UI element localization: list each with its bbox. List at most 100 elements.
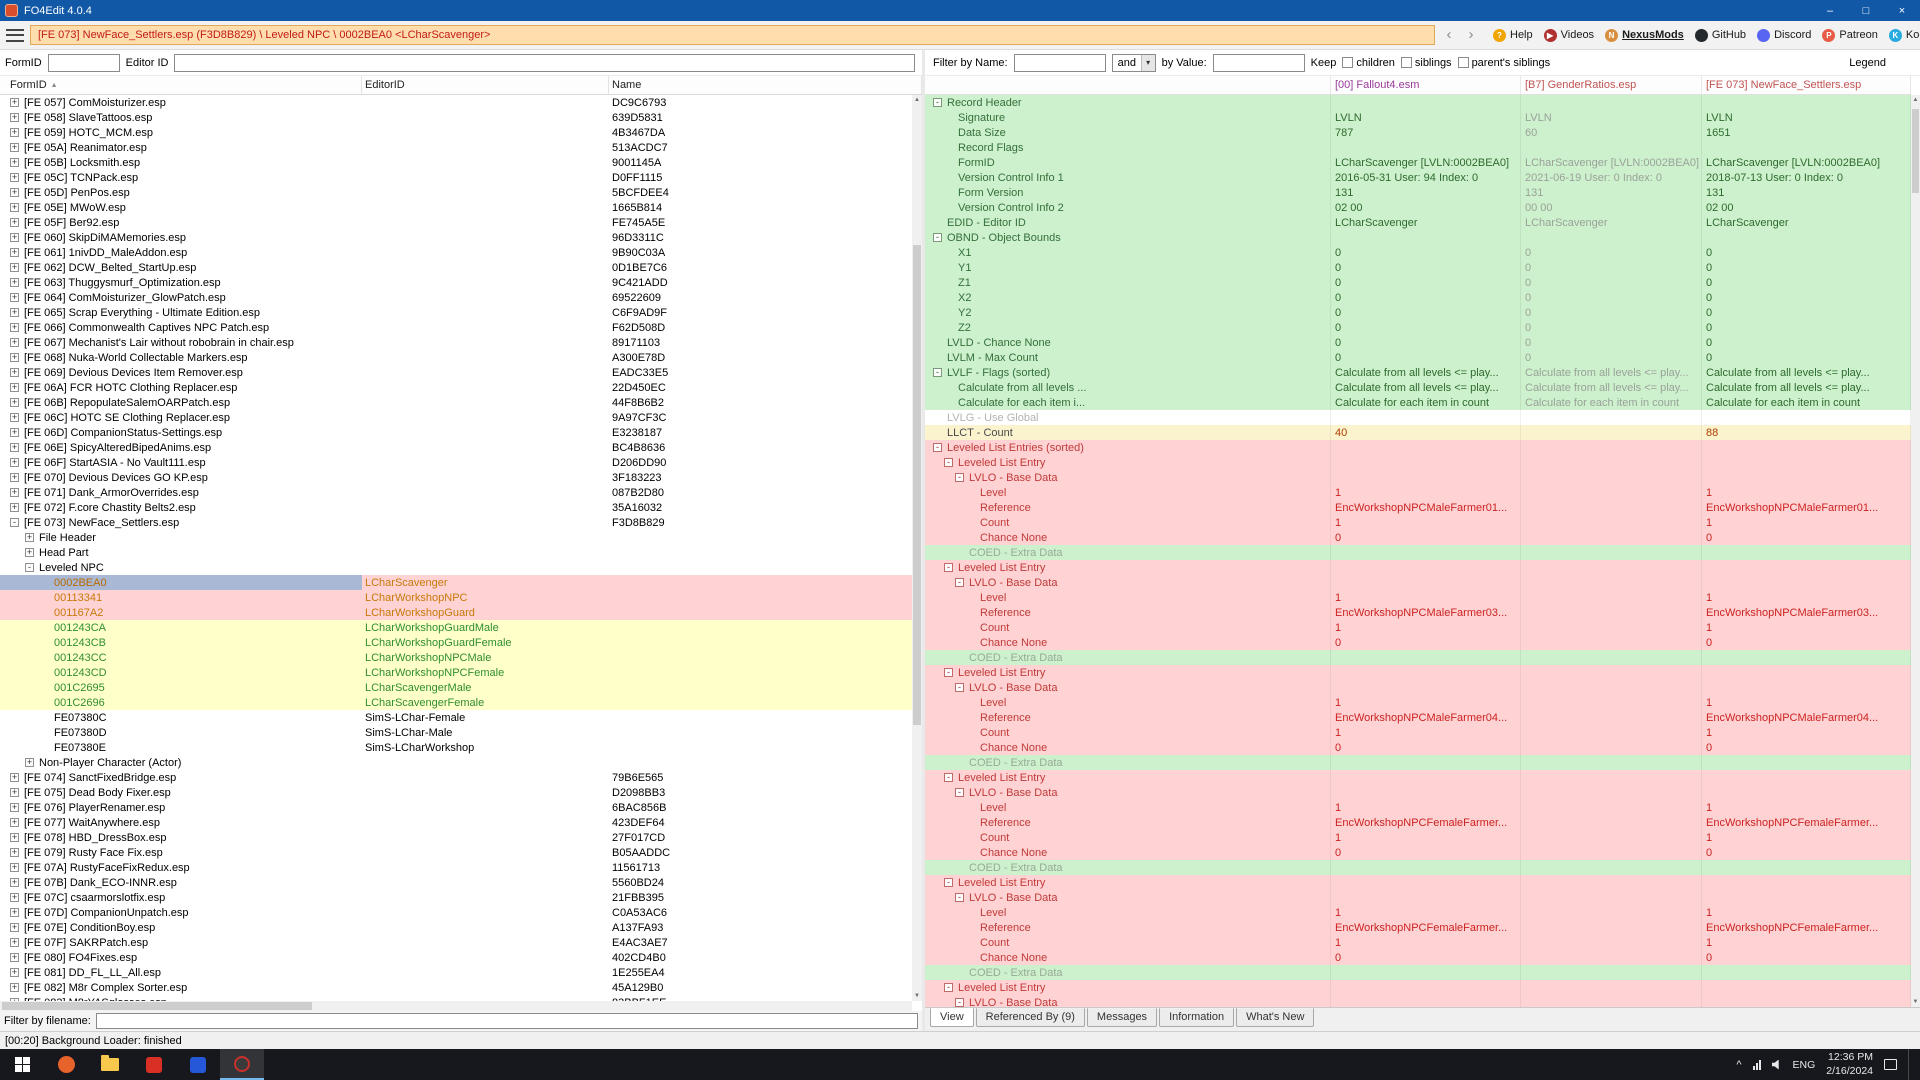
tab-view[interactable]: View bbox=[930, 1008, 974, 1027]
grid-row[interactable]: Level11 bbox=[925, 800, 1911, 815]
tree-row[interactable]: FE07380CSimS-LChar-Female bbox=[0, 710, 912, 725]
expand-toggle-icon[interactable]: - bbox=[25, 563, 34, 572]
expand-toggle-icon[interactable]: + bbox=[10, 488, 19, 497]
action-center-icon[interactable] bbox=[1884, 1059, 1897, 1070]
menu-icon[interactable] bbox=[6, 29, 24, 42]
tree-row[interactable]: +Non-Player Character (Actor) bbox=[0, 755, 912, 770]
tree-row[interactable]: 001243CDLCharWorkshopNPCFemale bbox=[0, 665, 912, 680]
expand-toggle-icon[interactable]: - bbox=[10, 518, 19, 527]
tree-row[interactable]: +[FE 05B] Locksmith.esp9001145A bbox=[0, 155, 912, 170]
grid-row[interactable]: COED - Extra Data bbox=[925, 545, 1911, 560]
expand-toggle-icon[interactable]: + bbox=[10, 773, 19, 782]
tree-row[interactable]: +[FE 07B] Dank_ECO-INNR.esp5560BD24 bbox=[0, 875, 912, 890]
expand-toggle-icon[interactable]: + bbox=[10, 143, 19, 152]
expand-toggle-icon[interactable]: + bbox=[10, 368, 19, 377]
filter-filename-input[interactable] bbox=[96, 1013, 918, 1029]
grid-row[interactable]: X1000 bbox=[925, 245, 1911, 260]
grid-row[interactable]: COED - Extra Data bbox=[925, 755, 1911, 770]
grid-row[interactable]: Level11 bbox=[925, 590, 1911, 605]
tree-row[interactable]: +[FE 059] HOTC_MCM.esp4B3467DA bbox=[0, 125, 912, 140]
scrollbar-thumb[interactable] bbox=[2, 1002, 312, 1010]
expand-toggle-icon[interactable]: + bbox=[10, 923, 19, 932]
grid-row[interactable]: -LVLO - Base Data bbox=[925, 995, 1911, 1007]
column-header-formid[interactable]: FormID▲ bbox=[0, 76, 362, 94]
scrollbar-thumb[interactable] bbox=[913, 245, 921, 725]
close-button[interactable]: × bbox=[1884, 0, 1920, 21]
toolbar-link-patreon[interactable]: PPatreon bbox=[1822, 29, 1878, 42]
grid-row[interactable]: Level11 bbox=[925, 695, 1911, 710]
expand-toggle-icon[interactable]: - bbox=[955, 893, 964, 902]
tree-row[interactable]: 0002BEA0LCharScavenger bbox=[0, 575, 912, 590]
expand-toggle-icon[interactable]: + bbox=[10, 383, 19, 392]
grid-row[interactable]: Count11 bbox=[925, 725, 1911, 740]
expand-toggle-icon[interactable]: - bbox=[955, 578, 964, 587]
tree-row[interactable]: +[FE 058] SlaveTattoos.esp639D5831 bbox=[0, 110, 912, 125]
tree-row[interactable]: FE07380DSimS-LChar-Male bbox=[0, 725, 912, 740]
expand-toggle-icon[interactable]: + bbox=[10, 473, 19, 482]
grid-row[interactable]: Z1000 bbox=[925, 275, 1911, 290]
tree-row[interactable]: +[FE 06C] HOTC SE Clothing Replacer.esp9… bbox=[0, 410, 912, 425]
grid-row[interactable]: Calculate for each item i...Calculate fo… bbox=[925, 395, 1911, 410]
expand-toggle-icon[interactable]: - bbox=[944, 983, 953, 992]
tree-row[interactable]: +[FE 05A] Reanimator.esp513ACDC7 bbox=[0, 140, 912, 155]
tree-row[interactable]: 001C2695LCharScavengerMale bbox=[0, 680, 912, 695]
grid-row[interactable]: -Leveled List Entries (sorted) bbox=[925, 440, 1911, 455]
grid-row[interactable]: Calculate from all levels ...Calculate f… bbox=[925, 380, 1911, 395]
tab-what-s-new[interactable]: What's New bbox=[1236, 1008, 1314, 1027]
expand-toggle-icon[interactable]: + bbox=[10, 863, 19, 872]
tree-row[interactable]: +[FE 07F] SAKRPatch.espE4AC3AE7 bbox=[0, 935, 912, 950]
taskbar-clock[interactable]: 12:36 PM 2/16/2024 bbox=[1826, 1051, 1873, 1077]
tree-row[interactable]: -[FE 073] NewFace_Settlers.espF3D8B829 bbox=[0, 515, 912, 530]
expand-toggle-icon[interactable]: + bbox=[10, 893, 19, 902]
tree-row[interactable]: 001243CCLCharWorkshopNPCMale bbox=[0, 650, 912, 665]
taskbar-app-browser[interactable] bbox=[44, 1049, 88, 1080]
filter-by-value-input[interactable] bbox=[1213, 54, 1305, 72]
grid-row[interactable]: COED - Extra Data bbox=[925, 860, 1911, 875]
grid-row[interactable]: Z2000 bbox=[925, 320, 1911, 335]
expand-toggle-icon[interactable]: + bbox=[25, 758, 34, 767]
tree-row[interactable]: +[FE 068] Nuka-World Collectable Markers… bbox=[0, 350, 912, 365]
tree-row[interactable]: +[FE 066] Commonwealth Captives NPC Patc… bbox=[0, 320, 912, 335]
grid-row[interactable]: Level11 bbox=[925, 485, 1911, 500]
grid-row[interactable]: COED - Extra Data bbox=[925, 965, 1911, 980]
expand-toggle-icon[interactable]: + bbox=[10, 983, 19, 992]
tree-row[interactable]: +[FE 061] 1nivDD_MaleAddon.esp9B90C03A bbox=[0, 245, 912, 260]
expand-toggle-icon[interactable]: - bbox=[933, 233, 942, 242]
grid-row[interactable]: ReferenceEncWorkshopNPCMaleFarmer04...En… bbox=[925, 710, 1911, 725]
filter-by-name-input[interactable] bbox=[1014, 54, 1106, 72]
grid-vertical-scrollbar[interactable]: ▲ ▼ bbox=[1911, 95, 1920, 1007]
expand-toggle-icon[interactable]: - bbox=[933, 443, 942, 452]
grid-row[interactable]: -LVLO - Base Data bbox=[925, 785, 1911, 800]
grid-row[interactable]: -Leveled List Entry bbox=[925, 455, 1911, 470]
tree-horizontal-scrollbar[interactable] bbox=[0, 1001, 912, 1011]
tree-row[interactable]: +[FE 063] Thuggysmurf_Optimization.esp9C… bbox=[0, 275, 912, 290]
expand-toggle-icon[interactable]: - bbox=[944, 458, 953, 467]
grid-row[interactable]: Chance None00 bbox=[925, 950, 1911, 965]
volume-icon[interactable] bbox=[1772, 1060, 1782, 1070]
expand-toggle-icon[interactable]: + bbox=[10, 353, 19, 362]
grid-row[interactable]: COED - Extra Data bbox=[925, 650, 1911, 665]
expand-toggle-icon[interactable]: + bbox=[10, 278, 19, 287]
scroll-down-icon[interactable]: ▼ bbox=[1913, 997, 1919, 1007]
tree-row[interactable]: +[FE 06A] FCR HOTC Clothing Replacer.esp… bbox=[0, 380, 912, 395]
expand-toggle-icon[interactable]: + bbox=[10, 218, 19, 227]
expand-toggle-icon[interactable]: - bbox=[944, 668, 953, 677]
expand-toggle-icon[interactable]: - bbox=[933, 98, 942, 107]
grid-row[interactable]: Version Control Info 202 0000 0002 00 bbox=[925, 200, 1911, 215]
maximize-button[interactable]: □ bbox=[1848, 0, 1884, 21]
toolbar-link-help[interactable]: ?Help bbox=[1493, 29, 1533, 42]
tree-row[interactable]: +[FE 070] Devious Devices GO KP.esp3F183… bbox=[0, 470, 912, 485]
expand-toggle-icon[interactable]: + bbox=[25, 548, 34, 557]
tree-row[interactable]: +[FE 072] F.core Chastity Belts2.esp35A1… bbox=[0, 500, 912, 515]
scroll-down-icon[interactable]: ▼ bbox=[914, 991, 920, 1001]
taskbar-app-fo4edit[interactable] bbox=[220, 1049, 264, 1080]
expand-toggle-icon[interactable]: + bbox=[10, 203, 19, 212]
tree-row[interactable]: +[FE 080] FO4Fixes.esp402CD4B0 bbox=[0, 950, 912, 965]
grid-row[interactable]: -Leveled List Entry bbox=[925, 875, 1911, 890]
expand-toggle-icon[interactable]: + bbox=[10, 338, 19, 347]
grid-row[interactable]: ReferenceEncWorkshopNPCFemaleFarmer...En… bbox=[925, 815, 1911, 830]
expand-toggle-icon[interactable]: + bbox=[10, 263, 19, 272]
grid-row[interactable]: Record Flags bbox=[925, 140, 1911, 155]
toolbar-link-videos[interactable]: ▶Videos bbox=[1544, 29, 1594, 42]
tree-row[interactable]: 001C2696LCharScavengerFemale bbox=[0, 695, 912, 710]
